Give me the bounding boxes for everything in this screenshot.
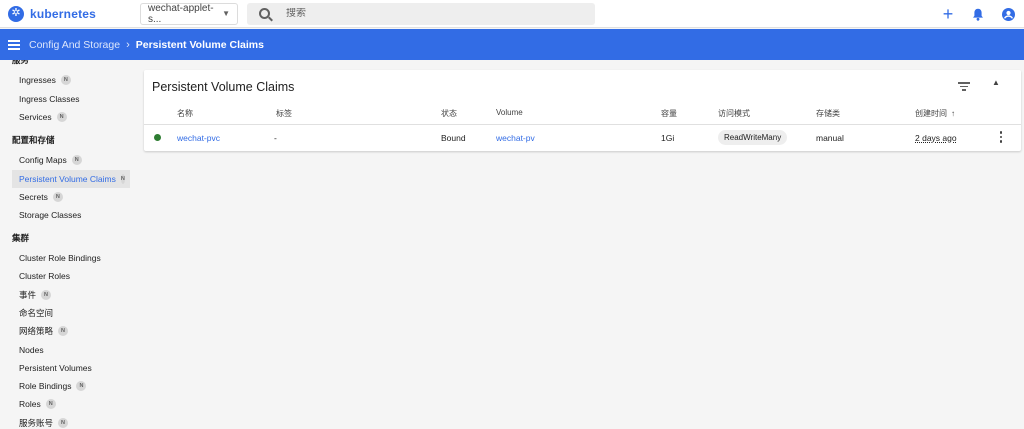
kubernetes-logo[interactable]: ✲ kubernetes: [8, 5, 140, 22]
breadcrumb-parent[interactable]: Config And Storage: [29, 39, 120, 51]
sidebar-item-cluster-roles[interactable]: Cluster Roles: [12, 267, 77, 285]
namespaced-badge: N: [56, 112, 67, 122]
status-success-icon: [154, 134, 161, 141]
pvc-created-time: 2 days ago: [915, 133, 957, 143]
sidebar-item-service-accounts[interactable]: 服务账号 N: [12, 414, 75, 429]
sidebar-item-events[interactable]: 事件 N: [12, 286, 58, 304]
search-input[interactable]: [286, 8, 566, 19]
sidebar-item-config-maps[interactable]: Config Maps N: [12, 151, 89, 169]
notifications-bell-icon[interactable]: [970, 4, 986, 24]
sidebar-item-namespaces[interactable]: 命名空间: [12, 304, 60, 322]
sidebar-item-label: Cluster Role Bindings: [19, 253, 101, 263]
sidebar-item-storage-classes[interactable]: Storage Classes: [12, 206, 88, 224]
sidebar-item-label: Roles: [19, 399, 41, 409]
pvc-capacity: 1Gi: [661, 133, 675, 143]
pvc-name-link[interactable]: wechat-pvc: [177, 133, 220, 143]
sidebar-item-label: Nodes: [19, 345, 44, 355]
pvc-status: Bound: [441, 133, 466, 143]
app-title: kubernetes: [30, 6, 97, 21]
sidebar-item-label: 网络策略: [19, 326, 54, 336]
sidebar-item-role-bindings[interactable]: Role Bindings N: [12, 377, 93, 395]
breadcrumb-current: Persistent Volume Claims: [135, 38, 264, 51]
column-header-created-label: 创建时间: [915, 109, 947, 118]
sidebar-item-label: Config Maps: [19, 155, 67, 165]
column-header-name[interactable]: 名称: [177, 108, 193, 119]
namespaced-badge: N: [58, 418, 69, 428]
column-header-labels: 标签: [276, 109, 292, 118]
sidebar-item-label: Persistent Volumes: [19, 363, 92, 373]
namespaced-badge: N: [58, 326, 69, 336]
caret-down-icon: ▼: [222, 9, 230, 18]
sidebar-item-secrets[interactable]: Secrets N: [12, 188, 70, 206]
collapse-up-icon[interactable]: ▲: [992, 78, 1000, 87]
sidebar-section-service: 服务: [12, 60, 30, 65]
namespace-selector[interactable]: wechat-applet-s... ▼: [140, 2, 238, 25]
sidebar-item-label: Ingress Classes: [19, 94, 80, 104]
sidebar-item-ingress-classes[interactable]: Ingress Classes: [12, 90, 86, 108]
sidebar-item-label: Cluster Roles: [19, 271, 71, 281]
sidebar-item-label: 服务账号: [19, 418, 54, 428]
sidebar-item-label: Role Bindings: [19, 381, 72, 391]
account-icon[interactable]: [1000, 4, 1016, 24]
sidebar-section-config-storage: 配置和存储: [12, 135, 55, 145]
sidebar-item-label: Storage Classes: [19, 210, 82, 220]
page-header: Config And Storage › Persistent Volume C…: [0, 29, 1024, 60]
chevron-right-icon: ›: [126, 38, 130, 51]
pvc-volume-link[interactable]: wechat-pv: [496, 133, 535, 143]
pvc-storage-class: manual: [816, 133, 844, 143]
sort-ascending-icon: ↑: [951, 109, 955, 118]
namespace-value: wechat-applet-s...: [148, 2, 214, 25]
namespaced-badge: N: [41, 290, 52, 300]
column-header-storage-class[interactable]: 存储类: [816, 108, 840, 119]
namespaced-badge: N: [60, 75, 71, 85]
kubernetes-helm-icon: ✲: [8, 5, 24, 22]
table-divider: [144, 124, 1021, 125]
sidebar-item-services[interactable]: Services N: [12, 108, 74, 126]
namespaced-badge: N: [120, 174, 125, 184]
pvc-card: Persistent Volume Claims ▲ 名称 标签 状态 Volu…: [144, 70, 1021, 151]
add-icon[interactable]: +: [940, 4, 956, 24]
column-header-status[interactable]: 状态: [441, 108, 457, 119]
sidebar-item-label: Secrets: [19, 192, 48, 202]
sidebar-item-label: 命名空间: [19, 308, 54, 318]
sidebar-item-roles[interactable]: Roles N: [12, 395, 63, 413]
sidebar-item-label: Persistent Volume Claims: [19, 174, 116, 184]
column-header-created[interactable]: 创建时间 ↑: [915, 108, 955, 119]
namespaced-badge: N: [52, 192, 63, 202]
search-icon: [259, 8, 270, 19]
search-box[interactable]: [247, 2, 595, 25]
column-header-access-mode[interactable]: 访问模式: [718, 108, 750, 119]
sidebar-item-label: Ingresses: [19, 75, 56, 85]
menu-icon[interactable]: [8, 39, 20, 50]
sidebar-item-persistent-volume-claims[interactable]: Persistent Volume Claims N: [12, 170, 130, 188]
sidebar-item-ingresses[interactable]: Ingresses N: [12, 71, 78, 89]
sidebar-item-cluster-role-bindings[interactable]: Cluster Role Bindings: [12, 249, 108, 267]
namespaced-badge: N: [45, 399, 56, 409]
sidebar-section-cluster: 集群: [12, 233, 30, 243]
namespaced-badge: N: [76, 381, 87, 391]
sidebar-item-network-policies[interactable]: 网络策略 N: [12, 322, 75, 340]
filter-icon[interactable]: [958, 82, 970, 92]
sidebar: 服务 Ingresses N Ingress Classes Services …: [0, 60, 136, 429]
column-header-capacity[interactable]: 容量: [661, 108, 677, 119]
top-actions: +: [940, 4, 1016, 24]
pvc-labels: -: [274, 133, 277, 143]
pvc-access-mode-chip: ReadWriteMany: [718, 130, 788, 145]
namespaced-badge: N: [71, 155, 82, 165]
sidebar-item-nodes[interactable]: Nodes: [12, 341, 51, 359]
sidebar-item-persistent-volumes[interactable]: Persistent Volumes: [12, 359, 99, 377]
sidebar-item-label: 事件: [19, 290, 37, 300]
sidebar-item-label: Services: [19, 112, 52, 122]
top-bar: ✲ kubernetes wechat-applet-s... ▼ +: [0, 0, 1024, 28]
card-title: Persistent Volume Claims: [152, 80, 295, 94]
column-header-volume[interactable]: Volume: [496, 108, 523, 117]
more-actions-icon[interactable]: [999, 131, 1003, 143]
